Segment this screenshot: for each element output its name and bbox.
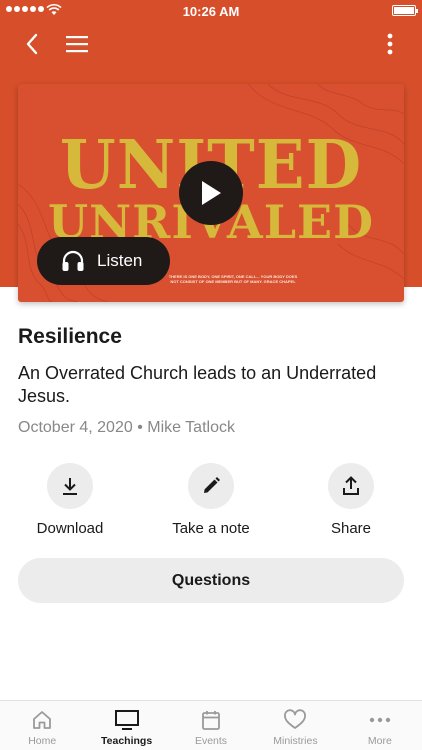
home-icon: [33, 711, 52, 729]
share-icon: [343, 476, 359, 495]
tab-more[interactable]: More: [338, 701, 422, 750]
chevron-left-icon: [26, 33, 38, 55]
heart-icon: [284, 709, 307, 729]
tab-events-label: Events: [194, 735, 228, 747]
tab-teachings[interactable]: Teachings: [84, 701, 168, 750]
tab-events[interactable]: Events: [169, 701, 253, 750]
status-bar: 10:26 AM: [0, 0, 422, 22]
listen-button[interactable]: Listen: [37, 237, 170, 285]
questions-button[interactable]: Questions: [18, 558, 404, 603]
more-dots-icon: [369, 717, 391, 723]
vertical-dots-icon: [387, 33, 393, 55]
tab-ministries-label: Ministries: [273, 735, 318, 747]
headphones-icon: [62, 250, 84, 271]
teaching-date-speaker: October 4, 2020 • Mike Tatlock: [18, 419, 235, 436]
play-button[interactable]: [179, 161, 243, 225]
tab-ministries[interactable]: Ministries: [253, 701, 337, 750]
share-label: Share: [330, 520, 372, 537]
more-options-button[interactable]: [376, 30, 404, 58]
teaching-title: Resilience: [18, 325, 122, 348]
tab-more-label: More: [367, 735, 392, 747]
share-button[interactable]: [328, 463, 374, 509]
tv-icon: [114, 710, 139, 730]
download-action[interactable]: Download: [20, 463, 120, 537]
artwork-caption: THERE IS ONE BODY, ONE SPIRIT, ONE CALL.…: [168, 274, 298, 284]
calendar-icon: [202, 711, 220, 730]
pencil-icon: [204, 477, 220, 493]
take-note-button[interactable]: [188, 463, 234, 509]
back-button[interactable]: [18, 30, 46, 58]
menu-button[interactable]: [63, 30, 91, 58]
listen-label: Listen: [97, 251, 143, 270]
play-icon: [202, 181, 221, 205]
share-action[interactable]: Share: [301, 463, 401, 537]
teaching-subtitle: An Overrated Church leads to an Underrat…: [18, 363, 377, 406]
take-note-action[interactable]: Take a note: [161, 463, 261, 537]
download-button[interactable]: [47, 463, 93, 509]
download-label: Download: [36, 520, 104, 537]
battery-icon: [392, 5, 418, 16]
status-time: 10:26 AM: [182, 4, 240, 19]
tab-home-label: Home: [28, 735, 57, 747]
top-nav: [0, 22, 422, 66]
tab-home[interactable]: Home: [0, 701, 84, 750]
tab-teachings-label: Teachings: [101, 735, 153, 747]
download-icon: [63, 478, 77, 495]
hamburger-icon: [66, 36, 88, 53]
bottom-tab-bar: Home Teachings Events Ministries More: [0, 700, 422, 750]
take-note-label: Take a note: [172, 520, 250, 537]
